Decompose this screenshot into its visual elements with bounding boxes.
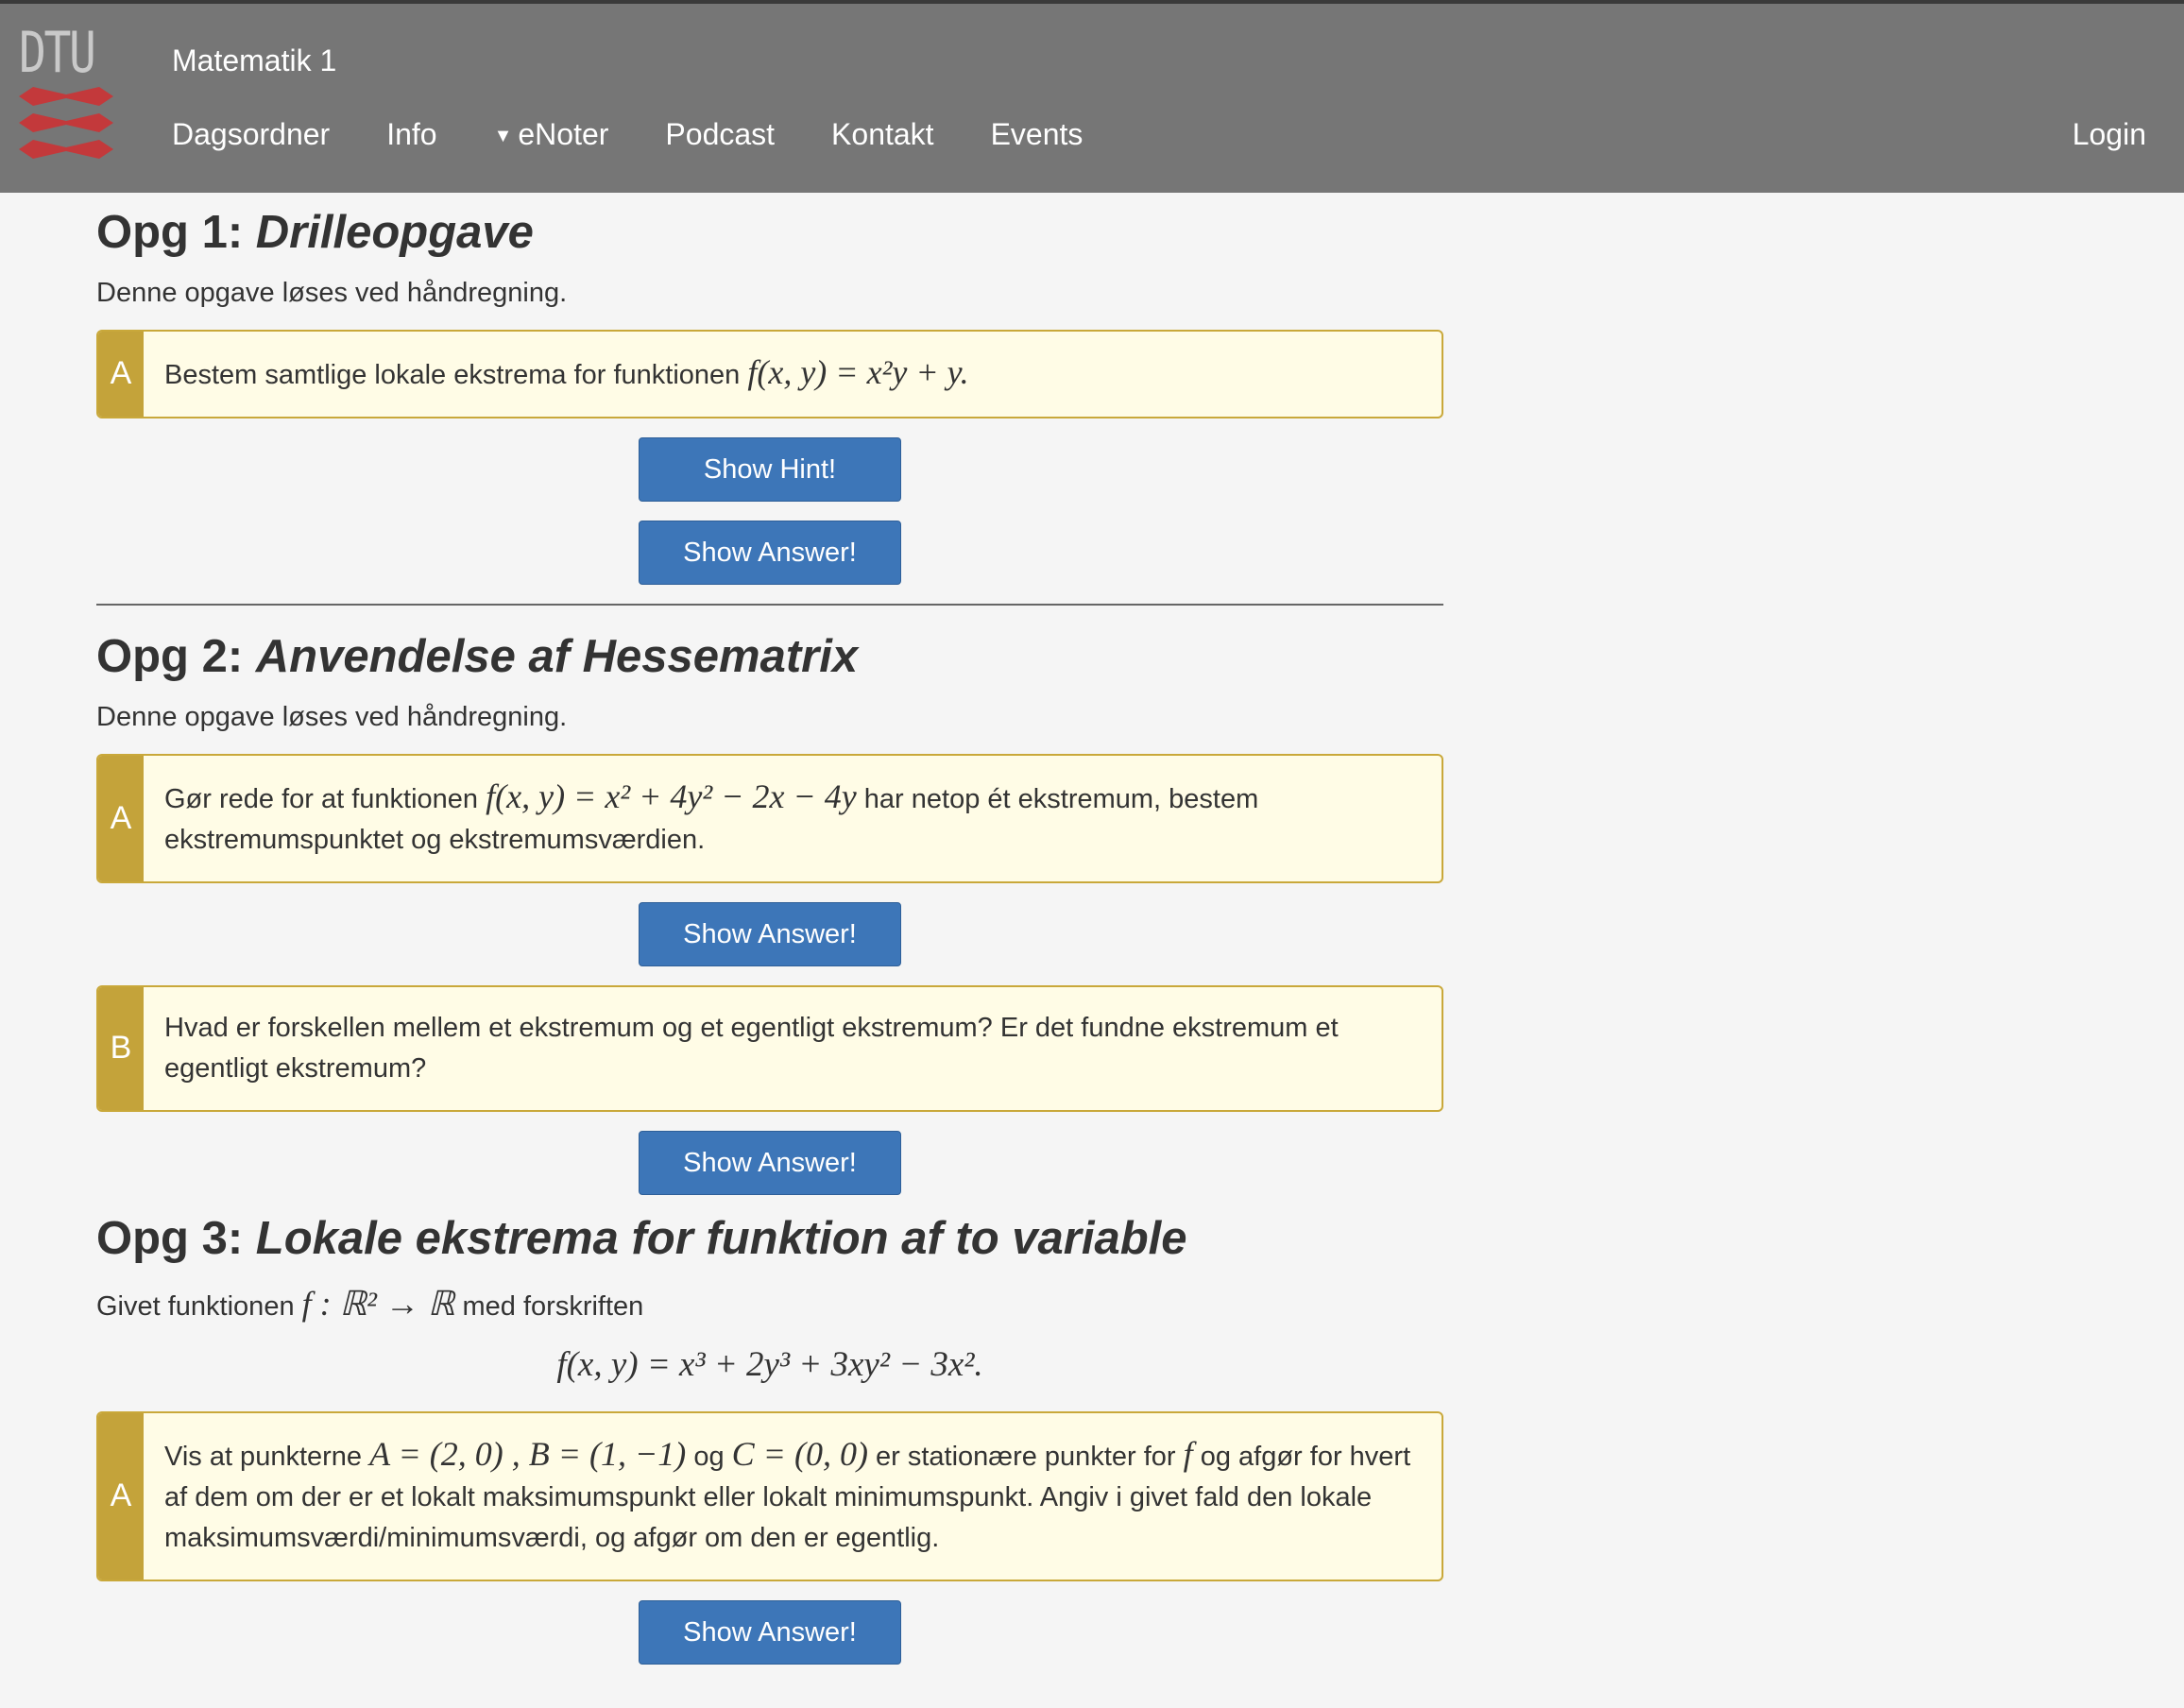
dtu-logo[interactable]: DTU [19,25,123,176]
nav-dagsordner[interactable]: Dagsordner [172,117,330,152]
opg2-question-a: A Gør rede for at funktionen f(x, y) = x… [96,753,1443,883]
opg1-intro: Denne opgave løses ved håndregning. [96,277,568,308]
nav-podcast[interactable]: Podcast [665,117,775,152]
section-divider [96,603,1443,606]
opg2-heading-prefix: Opg 2: [96,630,244,682]
nav-info[interactable]: Info [386,117,436,152]
answer-button-wrap: Show Answer! [96,901,1443,966]
intro-text-part: Givet funktionen [96,1290,295,1322]
nav-enoter[interactable]: ▼ eNoter [494,117,609,152]
opg1-heading: Opg 1: Drilleopgave [96,207,1443,259]
question-text: Hvad er forskellen mellem et ekstremum o… [164,1012,1339,1084]
question-label: A [98,1412,144,1580]
navbar: DTU Matematik 1 Dagsordner Info ▼ eNoter … [0,4,2184,193]
opg2-question-b: B Hvad er forskellen mellem et ekstremum… [96,984,1443,1112]
opg1-question-a: A Bestem samtlige lokale ekstrema for fu… [96,329,1443,418]
opg3-question-a: A Vis at punkterne A = (2, 0) , B = (1, … [96,1410,1443,1581]
opg3-heading-prefix: Opg 3: [96,1212,244,1264]
show-answer-button[interactable]: Show Answer! [639,1130,901,1195]
question-text-part: Gør rede for at funktionen [164,783,479,814]
opg2-heading: Opg 2: Anvendelse af Hessematrix [96,630,1443,683]
answer-button-wrap: Show Answer! [96,520,1443,585]
question-label: A [98,331,144,417]
logo-chevrons-icon [19,87,113,159]
math-expression: f : ℝ² → ℝ [301,1284,455,1323]
brand-title[interactable]: Matematik 1 [172,43,336,78]
math-expression: f [1183,1434,1193,1473]
opg2-heading-title: Anvendelse af Hessematrix [255,630,859,682]
math-expression: A = (2, 0) , B = (1, −1) [369,1434,687,1473]
opg2-intro: Denne opgave løses ved håndregning. [96,701,568,732]
question-label: B [98,986,144,1110]
nav-kontakt[interactable]: Kontakt [831,117,934,152]
nav-menu: Dagsordner Info ▼ eNoter Podcast Kontakt … [172,117,1139,152]
nav-enoter-label: eNoter [518,117,609,151]
question-label: A [98,755,144,881]
question-text: Bestem samtlige lokale ekstrema for funk… [144,332,990,417]
nav-events[interactable]: Events [991,117,1083,152]
intro-text-part: med forskriften [462,1290,644,1322]
question-text: Vis at punkterne A = (2, 0) , B = (1, −1… [144,1413,1442,1580]
math-expression: C = (0, 0) [731,1434,868,1473]
answer-button-wrap: Show Answer! [96,1130,1443,1195]
show-answer-button[interactable]: Show Answer! [639,1599,901,1665]
opg1-heading-prefix: Opg 1: [96,207,244,258]
opg3-heading: Opg 3: Lokale ekstrema for funktion af t… [96,1212,1443,1265]
question-text-part: er stationære punkter for [876,1441,1176,1472]
login-link[interactable]: Login [2073,117,2146,152]
math-expression: f(x, y) = x²y + y. [747,352,969,391]
question-text-part: Bestem samtlige lokale ekstrema for funk… [164,359,741,390]
logo-text: DTU [19,20,96,86]
show-answer-button[interactable]: Show Answer! [639,520,901,585]
question-text-part: Vis at punkterne [164,1441,363,1472]
opg1-heading-title: Drilleopgave [255,207,534,258]
opg3-intro: Givet funktionen f : ℝ² → ℝ med forskrif… [96,1284,1443,1324]
main-content: Opg 1: Drilleopgave Denne opgave løses v… [96,193,1443,1683]
opg3-heading-title: Lokale ekstrema for funktion af to varia… [255,1212,1187,1264]
question-text-part: og [693,1441,725,1472]
hint-button-wrap: Show Hint! [96,436,1443,502]
question-text: Gør rede for at funktionen f(x, y) = x² … [144,756,1442,881]
show-hint-button[interactable]: Show Hint! [639,436,901,502]
display-formula: f(x, y) = x³ + 2y³ + 3xy² − 3x². [556,1344,983,1384]
show-answer-button[interactable]: Show Answer! [639,901,901,966]
math-expression: f(x, y) = x² + 4y² − 2x − 4y [486,777,857,815]
caret-down-icon: ▼ [493,126,513,147]
answer-button-wrap: Show Answer! [96,1599,1443,1665]
